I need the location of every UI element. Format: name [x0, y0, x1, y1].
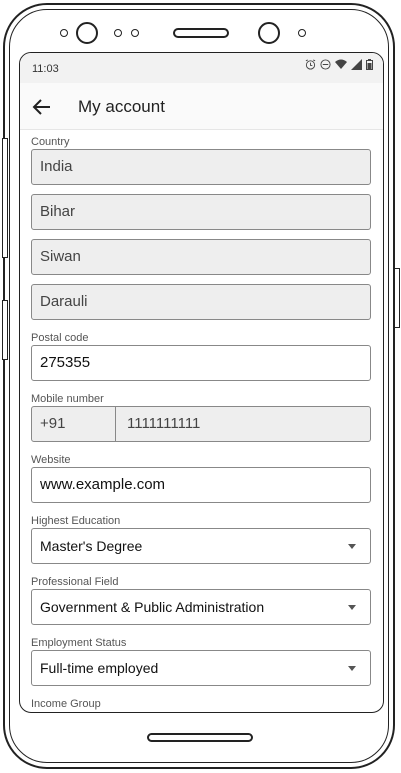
app-bar: My account [20, 83, 383, 130]
dropdown-arrow-icon[interactable] [348, 605, 356, 610]
state-field[interactable]: Bihar [31, 194, 371, 230]
dropdown-arrow-icon[interactable] [348, 544, 356, 549]
country-label: Country [31, 136, 70, 148]
professional-field-value: Government & Public Administration [40, 599, 265, 615]
employment-status-label: Employment Status [31, 637, 127, 649]
professional-field-dropdown[interactable]: Government & Public Administration [31, 589, 371, 625]
screen: 11:03 My account Country India Bihar Siw… [19, 52, 384, 713]
battery-icon [366, 59, 373, 70]
sensor-icon [131, 29, 139, 37]
volume-up-button [2, 138, 8, 258]
sensor-icon [114, 29, 122, 37]
front-camera-icon [76, 22, 98, 44]
employment-status-dropdown[interactable]: Full-time employed [31, 650, 371, 686]
sensor-icon [60, 29, 68, 37]
income-group-label: Income Group [31, 698, 101, 710]
do-not-disturb-icon [320, 59, 331, 70]
signal-icon [351, 59, 362, 70]
power-button [394, 268, 400, 328]
education-label: Highest Education [31, 515, 121, 527]
mobile-number-field[interactable]: +91 1111111111 [31, 406, 371, 442]
mobile-number-label: Mobile number [31, 393, 104, 405]
mobile-number-value: 1111111111 [127, 415, 201, 432]
education-dropdown[interactable]: Master's Degree [31, 528, 371, 564]
website-field[interactable]: www.example.com [31, 467, 371, 503]
status-icons [305, 59, 373, 70]
professional-field-label: Professional Field [31, 576, 119, 588]
page-title: My account [78, 97, 165, 116]
district-field[interactable]: Siwan [31, 239, 371, 275]
back-arrow-icon[interactable] [30, 95, 54, 119]
status-bar: 11:03 [20, 53, 383, 83]
country-field[interactable]: India [31, 149, 371, 185]
website-label: Website [31, 454, 71, 466]
volume-down-button [2, 300, 8, 360]
block-field[interactable]: Darauli [31, 284, 371, 320]
postal-code-field[interactable]: 275355 [31, 345, 371, 381]
postal-code-label: Postal code [31, 332, 89, 344]
alarm-icon [305, 59, 316, 70]
wifi-icon [335, 59, 347, 69]
employment-status-value: Full-time employed [40, 660, 159, 676]
earpiece-speaker [173, 28, 229, 38]
status-time: 11:03 [32, 63, 59, 75]
education-value: Master's Degree [40, 538, 143, 554]
dropdown-arrow-icon[interactable] [348, 666, 356, 671]
field-divider [115, 407, 116, 441]
home-indicator[interactable] [147, 733, 253, 742]
sensor-icon [298, 29, 306, 37]
secondary-camera-icon [258, 22, 280, 44]
country-code[interactable]: +91 [40, 407, 65, 441]
